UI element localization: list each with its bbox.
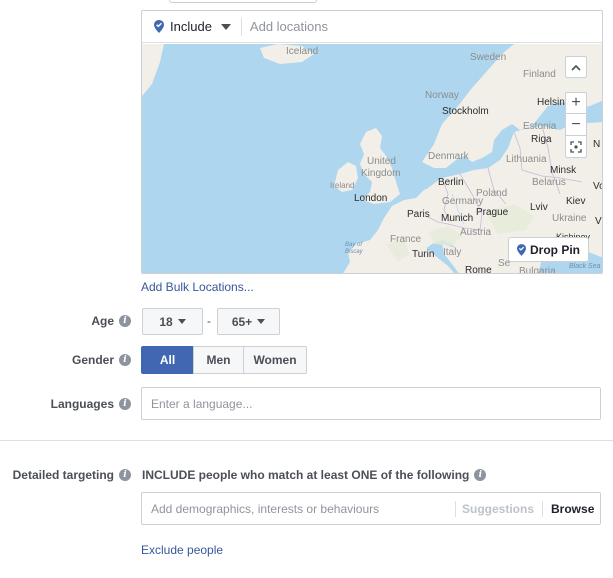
map-label-norway: Norway — [425, 90, 459, 101]
map-label-prague: Prague — [476, 207, 509, 218]
detailed-targeting-label-row: Detailed targeting i — [13, 468, 131, 482]
suggestions-button[interactable]: Suggestions — [462, 502, 534, 516]
gender-men-label: Men — [206, 353, 231, 367]
map-label-italy: Italy — [443, 247, 462, 258]
gender-all-label: All — [159, 353, 176, 367]
browse-button[interactable]: Browse — [551, 502, 594, 516]
header-separator — [240, 17, 242, 36]
include-criteria-row: INCLUDE people who match at least ONE of… — [142, 468, 487, 482]
info-icon[interactable]: i — [474, 469, 487, 481]
map-label-germany: Germany — [442, 196, 484, 207]
map-label-riga: Riga — [531, 134, 552, 145]
info-icon[interactable]: i — [119, 469, 131, 481]
info-icon[interactable]: i — [119, 398, 131, 410]
map-label-denmark: Denmark — [428, 151, 469, 162]
location-pin-icon — [517, 243, 526, 256]
field-separator — [455, 500, 456, 517]
map-label-estonia: Estonia — [523, 121, 557, 132]
map-label-austria: Austria — [460, 227, 492, 238]
location-header: Include — [142, 11, 602, 43]
fit-bounds-icon — [570, 140, 582, 153]
map-label-kiev: Kiev — [566, 196, 586, 207]
gender-label-row: Gender i — [72, 353, 131, 367]
map-label-vo: Vo — [593, 181, 602, 192]
age-label: Age — [91, 314, 114, 328]
gender-women-label: Women — [253, 353, 297, 367]
map-label-belarus: Belarus — [532, 177, 566, 188]
age-max-select[interactable]: 65+ — [217, 308, 280, 335]
languages-input[interactable] — [151, 389, 591, 418]
age-label-row: Age i — [91, 314, 131, 328]
info-icon[interactable]: i — [119, 354, 131, 366]
languages-label: Languages — [50, 397, 114, 411]
map-label-bay: Bay of — [345, 242, 363, 248]
include-label: Include — [170, 19, 212, 34]
info-icon[interactable]: i — [119, 315, 131, 327]
map-label-minsk: Minsk — [550, 165, 577, 176]
age-max-value: 65+ — [231, 314, 253, 329]
gender-men-button[interactable]: Men — [193, 346, 244, 374]
age-min-select[interactable]: 18 — [142, 308, 203, 335]
map-label-stockholm: Stockholm — [442, 106, 489, 117]
drop-pin-button[interactable]: Drop Pin — [508, 237, 589, 262]
map-label-lithuania: Lithuania — [506, 154, 547, 165]
gender-all-button[interactable]: All — [141, 346, 194, 374]
map-label-iceland: Iceland — [286, 46, 319, 57]
map-label-black-sea: Black Sea — [569, 263, 601, 270]
include-criteria-text: INCLUDE people who match at least ONE of… — [142, 468, 470, 482]
map-label-finland: Finland — [523, 69, 556, 80]
map-label-biscay: Biscay — [345, 249, 363, 255]
map-label-ukraine: Ukraine — [552, 213, 587, 224]
chevron-down-icon — [257, 319, 266, 324]
zoom-in-button[interactable]: + — [565, 92, 587, 114]
location-search-input[interactable] — [249, 11, 602, 42]
section-divider — [0, 440, 613, 441]
upper-field-edge — [169, 0, 317, 3]
plus-icon: + — [571, 94, 581, 111]
detailed-targeting-input[interactable] — [151, 494, 447, 523]
location-pin-icon — [154, 20, 164, 33]
map-label-kingdom: Kingdom — [361, 168, 401, 179]
gender-women-button[interactable]: Women — [243, 346, 307, 374]
location-panel: Include Add locations Iceland Sweden Fin… — [141, 10, 603, 274]
zoom-out-button[interactable]: − — [565, 114, 587, 136]
map-label-v-edge: V — [595, 216, 602, 227]
age-range-dash: - — [207, 314, 211, 328]
detailed-targeting-field[interactable]: Suggestions Browse — [141, 492, 601, 525]
recenter-button[interactable] — [565, 136, 587, 158]
map-label-london: London — [354, 193, 388, 204]
map-label-munich: Munich — [441, 213, 474, 224]
chevron-down-icon — [220, 23, 231, 30]
drop-pin-label: Drop Pin — [530, 242, 580, 257]
map-label-n-edge: N — [593, 139, 601, 150]
exclude-people-link[interactable]: Exclude people — [141, 543, 223, 557]
detailed-targeting-label: Detailed targeting — [12, 468, 114, 482]
field-separator — [542, 500, 544, 517]
location-map[interactable]: Iceland Sweden Finland Norway Stockholm … — [142, 44, 602, 274]
map-label-bulgaria: Bulgaria — [519, 266, 556, 274]
include-dropdown[interactable]: Include — [142, 11, 239, 43]
map-collapse-button[interactable] — [565, 56, 587, 78]
languages-field[interactable] — [141, 387, 601, 420]
map-label-turin: Turin — [412, 249, 435, 260]
map-label-rome: Rome — [465, 265, 492, 274]
map-label-lviv: Lviv — [530, 202, 548, 213]
map-label-united: United — [367, 156, 396, 167]
languages-label-row: Languages i — [51, 397, 131, 411]
gender-label: Gender — [71, 353, 114, 367]
age-min-value: 18 — [159, 314, 173, 329]
map-label-france: France — [390, 234, 422, 245]
map-label-berlin: Berlin — [438, 177, 464, 188]
map-label-helsinki: Helsin — [537, 97, 565, 108]
chevron-up-icon — [571, 64, 581, 71]
map-label-sweden: Sweden — [470, 52, 507, 63]
minus-icon: − — [571, 115, 581, 133]
chevron-down-icon — [177, 319, 186, 324]
map-label-paris: Paris — [407, 209, 430, 220]
map-label-ireland: Ireland — [330, 181, 355, 190]
add-bulk-locations-link[interactable]: Add Bulk Locations... — [141, 280, 254, 294]
